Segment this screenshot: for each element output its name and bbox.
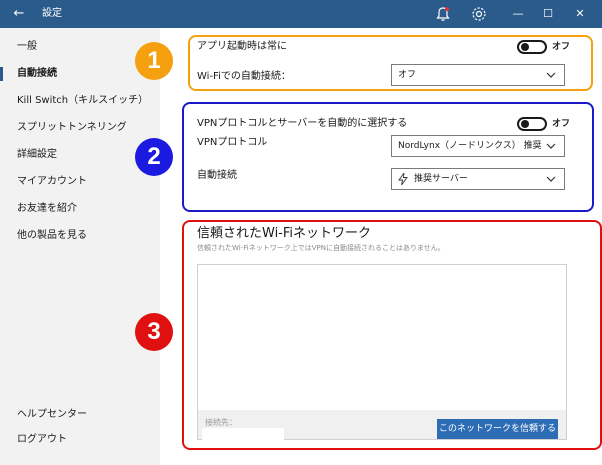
- step-badge-1: 1: [135, 42, 173, 80]
- close-button[interactable]: ✕: [570, 4, 590, 24]
- sidebar-item-other-products[interactable]: 他の製品を見る: [0, 225, 160, 247]
- autoconnect-to-value: 推奨サーバー: [414, 174, 468, 184]
- autoconnect-to-select[interactable]: 推奨サーバー: [391, 168, 565, 190]
- gear-icon[interactable]: [470, 5, 488, 23]
- sidebar-item-split-tunneling[interactable]: スプリットトンネリング: [0, 117, 160, 139]
- sidebar-item-kill-switch[interactable]: Kill Switch（キルスイッチ）: [0, 90, 160, 112]
- auto-select-label: VPNプロトコルとサーバーを自動的に選択する: [197, 118, 408, 129]
- toggle-knob: [521, 43, 529, 51]
- wifi-autoconnect-label: Wi-Fiでの自動接続：: [197, 71, 291, 82]
- sidebar: 一般 自動接続 Kill Switch（キルスイッチ） スプリットトンネリング …: [0, 28, 160, 465]
- connected-network-value: [202, 428, 284, 440]
- always-connect-toggle[interactable]: [517, 40, 547, 54]
- back-button[interactable]: ←: [10, 5, 28, 23]
- maximize-button[interactable]: ☐: [538, 4, 558, 24]
- connected-network-label: 接続先：: [205, 418, 237, 427]
- chevron-down-icon: [546, 143, 556, 149]
- sidebar-item-help-center[interactable]: ヘルプセンター: [0, 404, 160, 426]
- chevron-down-icon: [546, 72, 556, 78]
- step-badge-2: 2: [135, 138, 173, 176]
- sidebar-item-refer-friend[interactable]: お友達を紹介: [0, 198, 160, 220]
- step-badge-3: 3: [135, 313, 173, 351]
- always-connect-label: アプリ起動時は常に: [197, 41, 287, 52]
- trust-network-button[interactable]: このネットワークを信頼する: [437, 419, 558, 439]
- minimize-button[interactable]: —: [508, 4, 528, 24]
- wifi-autoconnect-value: オフ: [398, 70, 417, 80]
- trusted-networks-description: 信頼されたWi-Fiネットワーク上ではVPNに自動接続されることはありません。: [197, 244, 445, 252]
- chevron-down-icon: [546, 176, 556, 182]
- wifi-autoconnect-select[interactable]: オフ: [391, 64, 565, 86]
- sidebar-item-logout[interactable]: ログアウト: [0, 429, 160, 451]
- sidebar-item-my-account[interactable]: マイアカウント: [0, 171, 160, 193]
- vpn-protocol-select[interactable]: NordLynx（ノードリンクス） 推奨: [391, 135, 565, 157]
- title-bar: ← 設定 — ☐ ✕: [0, 0, 602, 28]
- always-connect-toggle-state: オフ: [552, 42, 571, 52]
- auto-select-toggle-state: オフ: [552, 119, 571, 129]
- vpn-protocol-value: NordLynx（ノードリンクス） 推奨: [398, 141, 542, 151]
- window-title: 設定: [42, 8, 62, 19]
- lightning-icon: [398, 173, 408, 185]
- auto-select-toggle[interactable]: [517, 117, 547, 131]
- bell-icon[interactable]: [434, 5, 452, 23]
- autoconnect-to-label: 自動接続: [197, 170, 237, 181]
- main-content: 1 アプリ起動時は常に オフ Wi-Fiでの自動接続： オフ 2 VPNプロトコ…: [135, 28, 602, 465]
- vpn-protocol-label: VPNプロトコル: [197, 137, 268, 148]
- toggle-knob: [521, 120, 529, 128]
- trusted-networks-title: 信頼されたWi-Fiネットワーク: [197, 226, 372, 241]
